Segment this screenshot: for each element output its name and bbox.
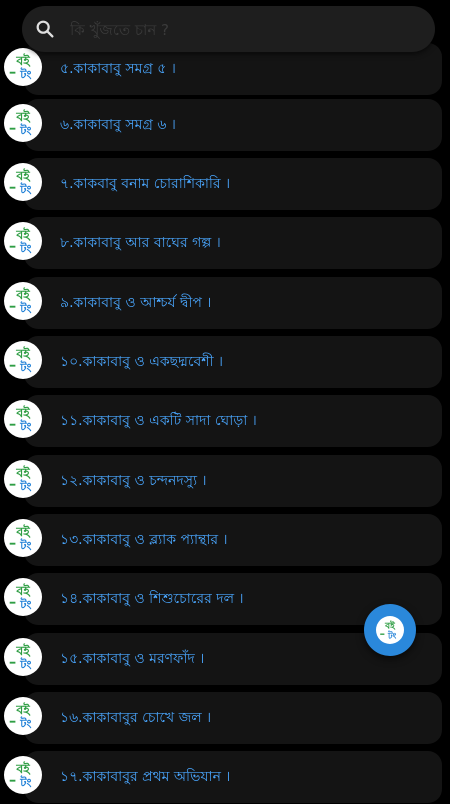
svg-text:টং: টং	[19, 419, 31, 433]
svg-text:বই: বই	[15, 53, 31, 68]
list-item[interactable]: বই টং ১৬.কাকাবাবুর চোখে জল ।	[0, 691, 450, 745]
app-logo-icon: বই টং	[4, 163, 42, 201]
svg-text:টং: টং	[19, 597, 31, 611]
app-logo-icon: বই টং	[4, 282, 42, 320]
svg-text:বই: বই	[15, 287, 31, 302]
list-item-label: ১২.কাকাবাবু ও চন্দনদস্যু ।	[60, 473, 207, 489]
list-item-label: ১৭.কাকাবাবুর প্রথম অভিযান ।	[60, 769, 231, 785]
app-logo-icon: বই টং	[376, 616, 404, 644]
app-logo-icon: বই টং	[4, 400, 42, 438]
app-logo-icon: বই টং	[4, 341, 42, 379]
svg-text:টং: টং	[19, 716, 31, 730]
search-icon[interactable]	[34, 18, 56, 40]
app-logo-icon: বই টং	[4, 222, 42, 260]
svg-text:টং: টং	[19, 538, 31, 552]
app-logo-icon: বই টং	[4, 519, 42, 557]
svg-text:টং: টং	[19, 479, 31, 493]
book-list: বই টং ৫.কাকাবাবু সমগ্র ৫ । বই টং ৬.কাকাবাব…	[0, 0, 450, 803]
list-item[interactable]: বই টং ১২.কাকাবাবু ও চন্দনদস্যু ।	[0, 454, 450, 508]
list-item[interactable]: বই টং ৭.কাকবাবু বনাম চোরাশিকারি ।	[0, 157, 450, 211]
floating-action-button[interactable]: বই টং	[364, 604, 416, 656]
list-item[interactable]: বই টং ১৭.কাকাবাবুর প্রথম অভিযান ।	[0, 750, 450, 804]
svg-text:বই: বই	[15, 109, 31, 124]
svg-text:টং: টং	[19, 67, 31, 81]
svg-text:বই: বই	[15, 583, 31, 598]
svg-text:বই: বই	[15, 227, 31, 242]
svg-text:টং: টং	[19, 123, 31, 137]
svg-text:টং: টং	[19, 360, 31, 374]
search-bar[interactable]	[22, 6, 435, 52]
list-item-label: ১৩.কাকাবাবু ও ব্ল্যাক প্যান্থার ।	[60, 532, 228, 548]
list-item[interactable]: বই টং ১৩.কাকাবাবু ও ব্ল্যাক প্যান্থার ।	[0, 513, 450, 567]
list-item-label: ১৪.কাকাবাবু ও শিশুচোরের দল ।	[60, 591, 244, 607]
list-item-label: ৯.কাকাবাবু ও আশ্চর্য দ্বীপ ।	[60, 295, 212, 311]
svg-text:বই: বই	[15, 524, 31, 539]
svg-text:বই: বই	[15, 405, 31, 420]
app-logo-icon: বই টং	[4, 460, 42, 498]
list-item[interactable]: বই টং ৬.কাকাবাবু সমগ্র ৬ ।	[0, 98, 450, 152]
list-item-label: ১১.কাকাবাবু ও একটি সাদা ঘোড়া ।	[60, 413, 257, 429]
svg-text:টং: টং	[19, 775, 31, 789]
svg-text:টং: টং	[19, 301, 31, 315]
app-logo-icon: বই টং	[4, 638, 42, 676]
svg-text:বই: বই	[15, 702, 31, 717]
svg-text:টং: টং	[19, 241, 31, 255]
list-item[interactable]: বই টং ১০.কাকাবাবু ও একছদ্মবেশী ।	[0, 335, 450, 389]
svg-text:বই: বই	[15, 346, 31, 361]
list-item-label: ৬.কাকাবাবু সমগ্র ৬ ।	[60, 117, 176, 133]
list-item-label: ১০.কাকাবাবু ও একছদ্মবেশী ।	[60, 354, 224, 370]
app-logo-icon: বই টং	[4, 756, 42, 794]
app-logo-icon: বই টং	[4, 697, 42, 735]
list-item-label: ১৫.কাকাবাবু ও মরণফাঁদ ।	[60, 651, 205, 667]
app-logo-icon: বই টং	[4, 104, 42, 142]
list-item[interactable]: বই টং ১১.কাকাবাবু ও একটি সাদা ঘোড়া ।	[0, 394, 450, 448]
list-item-label: ১৬.কাকাবাবুর চোখে জল ।	[60, 710, 212, 726]
search-input[interactable]	[68, 12, 427, 48]
svg-text:টং: টং	[19, 182, 31, 196]
list-item[interactable]: বই টং ৯.কাকাবাবু ও আশ্চর্য দ্বীপ ।	[0, 276, 450, 330]
list-item-label: ৭.কাকবাবু বনাম চোরাশিকারি ।	[60, 176, 231, 192]
svg-text:বই: বই	[15, 643, 31, 658]
svg-text:বই: বই	[15, 761, 31, 776]
svg-text:টং: টং	[387, 629, 397, 640]
svg-text:বই: বই	[15, 168, 31, 183]
list-item[interactable]: বই টং ৮.কাকাবাবু আর বাঘের গল্প ।	[0, 216, 450, 270]
app-logo-icon: বই টং	[4, 48, 42, 86]
svg-text:বই: বই	[15, 465, 31, 480]
svg-text:টং: টং	[19, 657, 31, 671]
app-logo-icon: বই টং	[4, 578, 42, 616]
list-item-label: ৮.কাকাবাবু আর বাঘের গল্প ।	[60, 235, 221, 251]
